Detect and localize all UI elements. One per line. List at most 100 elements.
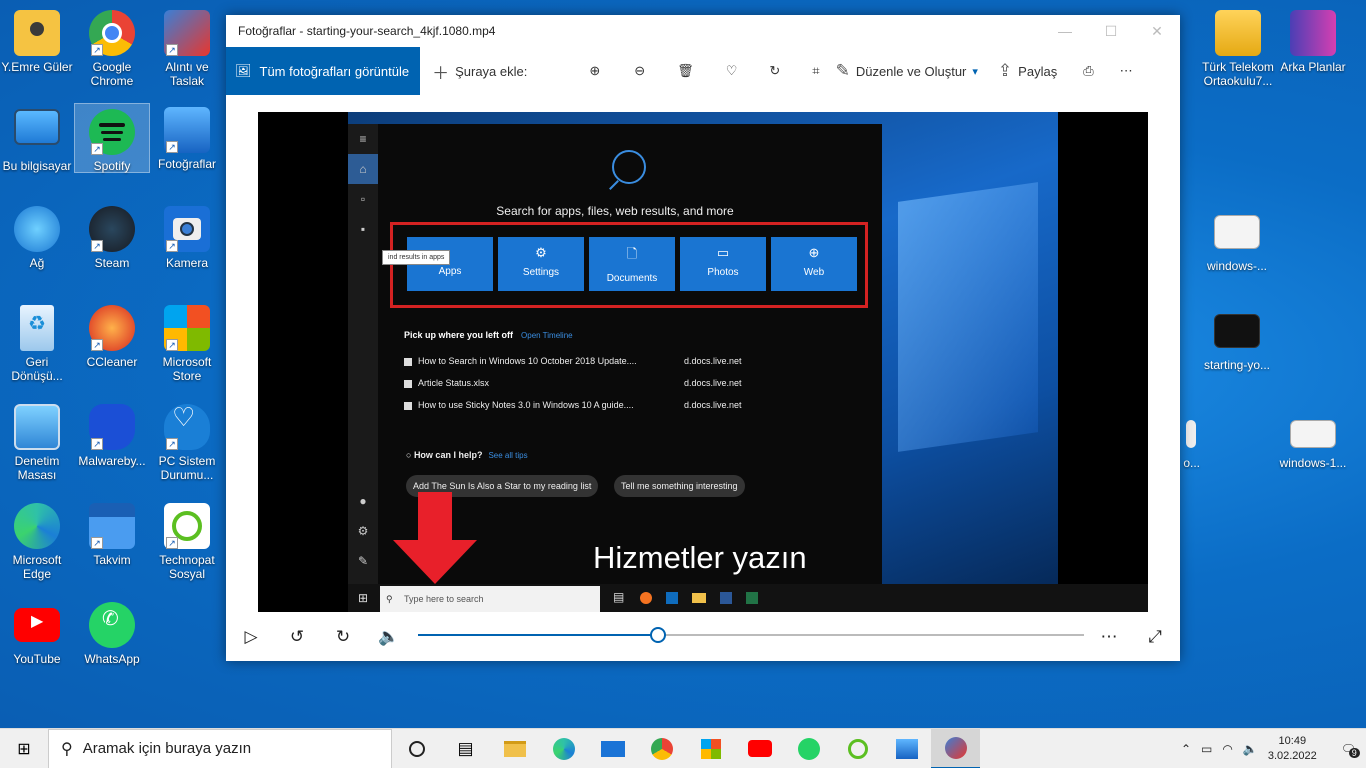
desktop-icon-network[interactable]: Ağ	[0, 206, 74, 270]
taskbar-edge[interactable]	[539, 729, 588, 768]
seek-fill	[418, 634, 658, 636]
desktop-icon-photos[interactable]: ↗ Fotoğraflar	[150, 107, 224, 171]
desktop-icon-label: Microsoft Edge	[12, 553, 62, 581]
play-icon[interactable]: ▷	[228, 627, 274, 647]
task-view-button[interactable]: ▤	[441, 729, 490, 768]
desktop-icon-recycle[interactable]: ♻ Geri Dönüşü...	[0, 305, 74, 383]
maximize-button[interactable]: ☐	[1088, 23, 1134, 40]
desktop-icon-camera[interactable]: ↗ Kamera	[150, 206, 224, 270]
add-to-label: Şuraya ekle:	[455, 63, 528, 79]
add-to-button[interactable]: ＋ Şuraya ekle:	[432, 59, 527, 84]
desktop-icon-windows-image-1[interactable]: windows-...	[1200, 215, 1274, 273]
pickup-heading: Pick up where you left off Open Timeline	[404, 330, 573, 340]
edit-create-button[interactable]: ✎ Düzenle ve Oluştur ▾	[836, 61, 978, 81]
rotate-icon[interactable]: ↻	[769, 63, 780, 79]
chevron-up-icon[interactable]: ⌃	[1181, 742, 1191, 756]
favorite-heart-icon[interactable]: ♡	[726, 63, 738, 79]
desktop-icon-folder-turk-telekom[interactable]: Türk Telekom Ortaokulu7...	[1201, 10, 1275, 88]
seek-bar[interactable]	[418, 627, 1084, 643]
taskbar-technopat[interactable]	[833, 729, 882, 768]
wifi-icon[interactable]: ◠	[1222, 742, 1232, 756]
video-frame[interactable]: ≡ ⌂ ▫ ▪ ● ⚙ ✎ Search for apps, files, we…	[258, 112, 1148, 612]
seek-thumb[interactable]	[649, 627, 666, 643]
desktop-icon-windows-image-2[interactable]: windows-1...	[1276, 420, 1350, 470]
desktop-icon-edge[interactable]: Microsoft Edge	[0, 503, 74, 581]
taskbar-photos[interactable]	[882, 729, 931, 768]
desktop-icon-malwarebytes[interactable]: ↗ Malwareby...	[75, 404, 149, 468]
taskbar-youtube[interactable]	[735, 729, 784, 768]
suggestion-chip: Tell me something interesting	[614, 475, 745, 497]
desktop-icon-youtube[interactable]: ▶ YouTube	[0, 602, 74, 666]
cortana-circle-icon	[408, 740, 425, 757]
document-icon	[404, 357, 412, 366]
taskbar-file-explorer[interactable]	[490, 729, 539, 768]
close-button[interactable]: ✕	[1134, 23, 1180, 40]
desktop-icon-whatsapp[interactable]: ✆ WhatsApp	[75, 602, 149, 666]
rewind-10-icon[interactable]: ↺	[274, 627, 320, 647]
video-search-placeholder: Type here to search	[404, 594, 484, 604]
technopat-icon	[847, 738, 868, 759]
apps-tooltip: ind results in apps	[382, 250, 451, 265]
taskbar-chrome[interactable]	[637, 729, 686, 768]
zoom-out-icon[interactable]: ⊖	[634, 63, 645, 79]
desktop-icon-control-panel[interactable]: Denetim Masası	[0, 404, 74, 482]
network-icon	[14, 206, 60, 252]
desktop-icon-this-pc[interactable]: Bu bilgisayar	[0, 109, 74, 173]
view-all-photos-button[interactable]: 🖼 Tüm fotoğrafları görüntüle	[226, 47, 421, 95]
desktop-icon-pc-health[interactable]: ♡ ↗ PC Sistem Durumu...	[150, 404, 224, 482]
desktop-icon-folder-arka-planlar[interactable]: Arka Planlar	[1276, 10, 1350, 74]
taskbar-mail[interactable]	[588, 729, 637, 768]
desktop-icon-store[interactable]: ↗ Microsoft Store	[150, 305, 224, 383]
fullscreen-icon[interactable]: ⤢	[1132, 627, 1178, 647]
notification-icon[interactable]: 🗨 9	[1341, 742, 1360, 758]
print-icon[interactable]: ⎙	[1083, 63, 1093, 79]
tile-settings: ⚙ Settings	[498, 237, 584, 291]
recent-item-name: How to Search in Windows 10 October 2018…	[418, 356, 637, 366]
crop-icon[interactable]: ⌗	[812, 63, 819, 79]
desktop-icon-ccleaner[interactable]: ↗ CCleaner	[75, 305, 149, 369]
cortana-button[interactable]	[392, 729, 441, 768]
battery-icon[interactable]: ▭	[1201, 742, 1212, 756]
desktop-icon-user[interactable]: Y.Emre Güler	[0, 10, 74, 74]
recycle-bin-icon: ♻	[20, 305, 54, 351]
technopat-icon: ↗	[164, 503, 210, 549]
share-button[interactable]: ⇪ Paylaş	[998, 61, 1057, 81]
title-bar: Fotoğraflar - starting-your-search_4kjf.…	[226, 15, 1180, 47]
minimize-button[interactable]: —	[1042, 23, 1088, 39]
taskbar-snip[interactable]	[931, 728, 980, 768]
desktop-icon-technopat[interactable]: ↗ Technopat Sosyal	[150, 503, 224, 581]
desktop-icon-steam[interactable]: ↗ Steam	[75, 206, 149, 270]
tile-label: Settings	[522, 267, 560, 278]
more-controls-icon[interactable]: ⋯	[1086, 627, 1132, 647]
photos-icon	[895, 738, 918, 759]
desktop-icon-snip[interactable]: ↗ Alıntı ve Taslak	[150, 10, 224, 88]
settings-gear-icon: ⚙	[357, 524, 369, 538]
delete-icon[interactable]: 🗑	[677, 63, 694, 79]
desktop-icon-calendar[interactable]: ↗ Takvim	[75, 503, 149, 567]
start-button[interactable]: ⊞	[0, 729, 48, 768]
desktop-icon-label: Technopat Sosyal	[159, 553, 215, 581]
settings-icon: ⚙	[535, 245, 547, 260]
youtube-icon	[747, 740, 772, 757]
search-icon: ⚲	[61, 740, 73, 758]
volume-icon[interactable]: 🔈	[366, 627, 412, 647]
desktop-icon-starting-video[interactable]: starting-yo...	[1200, 314, 1274, 372]
desktop-icon-label: Google Chrome	[90, 60, 134, 88]
search-category-tiles: Apps ⚙ Settings 🗋 Documents ▭ Photos ⊕ Web	[407, 237, 857, 291]
more-options-icon[interactable]: ⋯	[1120, 63, 1133, 79]
whatsapp-icon	[797, 737, 820, 760]
taskbar-search-box[interactable]: ⚲ Aramak için buraya yazın	[48, 728, 392, 768]
desktop-icon-chrome[interactable]: ↗ Google Chrome	[75, 10, 149, 88]
zoom-in-icon[interactable]: ⊕	[589, 63, 600, 79]
steam-icon: ↗	[89, 206, 135, 252]
desktop-icon-spotify[interactable]: ↗ Spotify	[74, 103, 150, 173]
desktop-icon-label: Y.Emre Güler	[1, 60, 73, 74]
speaker-icon[interactable]: 🔈	[1243, 742, 1258, 756]
clock[interactable]: 10:49 3.02.2022	[1268, 734, 1317, 764]
taskbar-whatsapp[interactable]	[784, 729, 833, 768]
taskbar-store[interactable]	[686, 729, 735, 768]
toolbar: 🖼 Tüm fotoğrafları görüntüle ＋ Şuraya ek…	[226, 47, 1180, 95]
forward-30-icon[interactable]: ↻	[320, 627, 366, 647]
taskbar-search-placeholder: Aramak için buraya yazın	[82, 740, 252, 757]
view-all-label: Tüm fotoğrafları görüntüle	[259, 63, 410, 79]
